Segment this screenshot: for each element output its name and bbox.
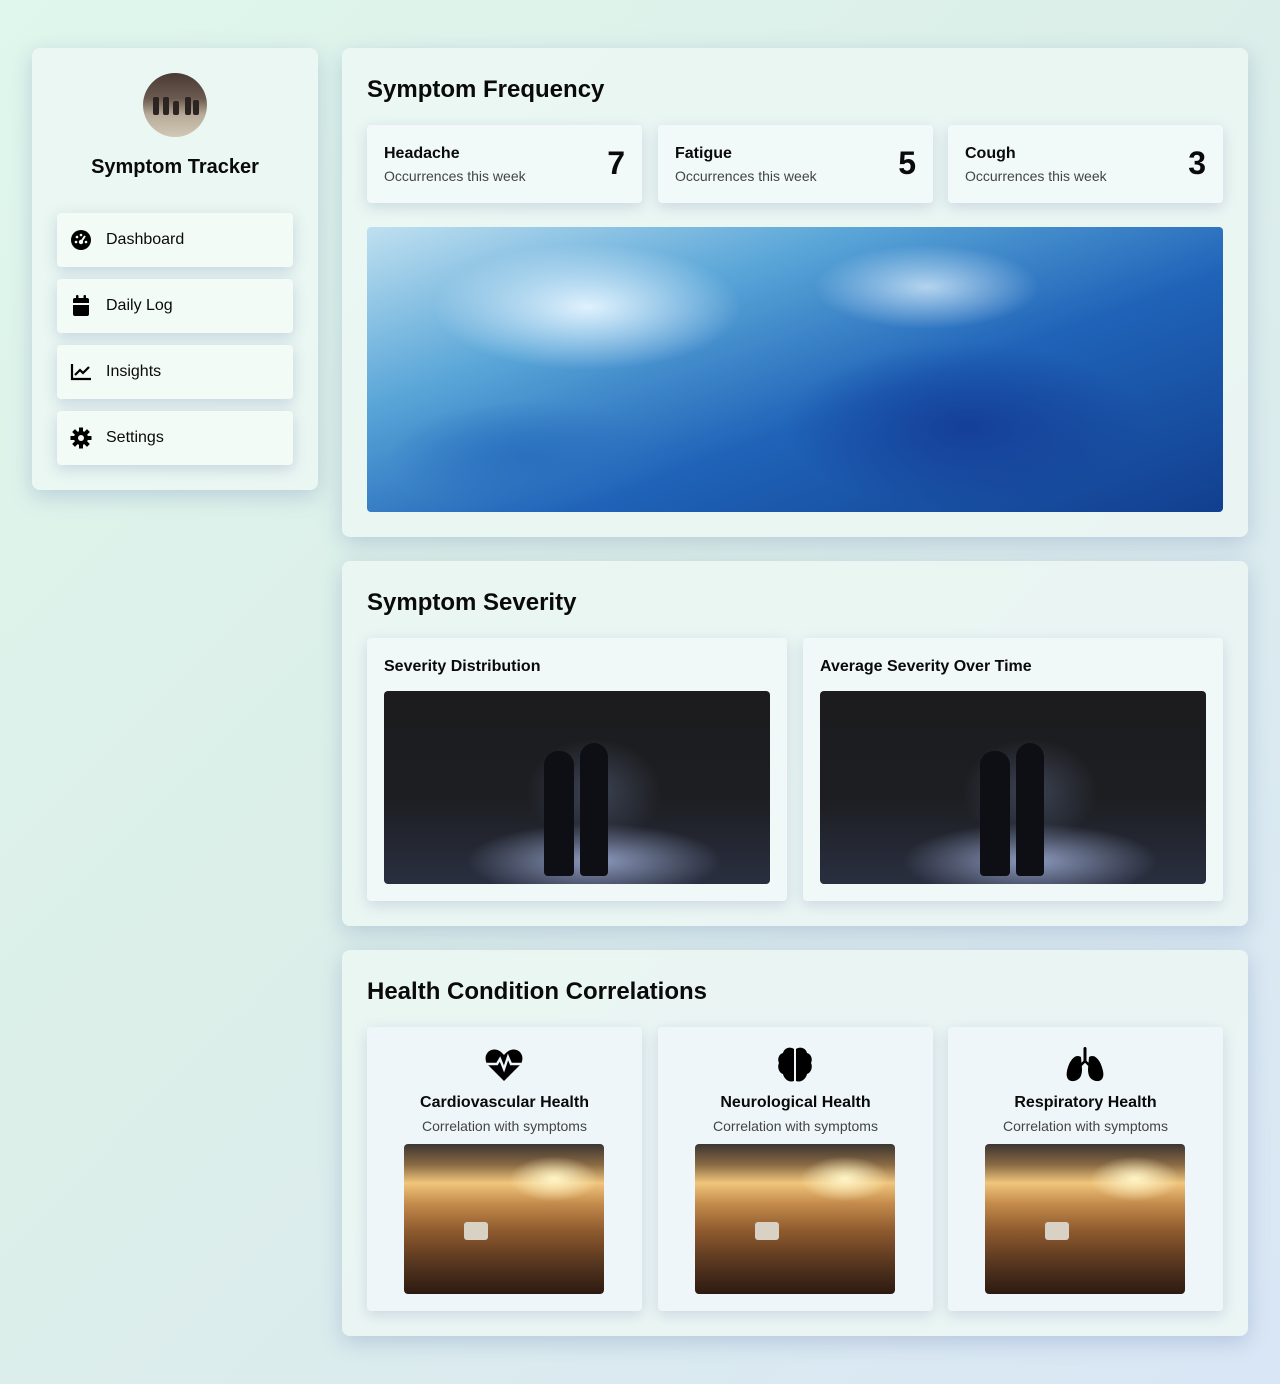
symptom-frequency-panel: Symptom Frequency Headache Occurrences t… [342, 48, 1248, 537]
card-title: Cardiovascular Health [420, 1094, 589, 1111]
lungs-icon [1065, 1045, 1105, 1085]
nav-item-settings[interactable]: Settings [57, 411, 293, 465]
gear-icon [70, 427, 92, 449]
card-title: Severity Distribution [384, 658, 541, 675]
severity-distribution-card: Severity Distribution [367, 638, 787, 901]
frequency-chart-image [367, 227, 1223, 512]
stat-subtitle: Occurrences this week [965, 168, 1107, 184]
stat-card-headache[interactable]: Headache Occurrences this week 7 [367, 125, 642, 203]
stat-subtitle: Occurrences this week [384, 168, 526, 184]
section-title: Health Condition Correlations [367, 978, 708, 1005]
avatar[interactable] [143, 73, 207, 137]
gauge-icon [70, 229, 92, 251]
average-severity-card: Average Severity Over Time [803, 638, 1223, 901]
app-title: Symptom Tracker [91, 156, 259, 178]
stat-count: 7 [607, 145, 625, 181]
correlation-card-cardiovascular[interactable]: Cardiovascular Health Correlation with s… [367, 1027, 642, 1311]
nav-item-dashboard[interactable]: Dashboard [57, 213, 293, 267]
symptom-severity-panel: Symptom Severity Severity Distribution A… [342, 561, 1248, 926]
nav-item-label: Daily Log [106, 297, 173, 314]
chart-line-icon [70, 361, 92, 383]
card-title: Neurological Health [720, 1094, 871, 1111]
nav-item-daily-log[interactable]: Daily Log [57, 279, 293, 333]
nav-item-label: Settings [106, 429, 164, 446]
brain-icon [775, 1045, 815, 1085]
calendar-icon [70, 295, 92, 317]
severity-distribution-image [384, 691, 770, 884]
nav-item-label: Dashboard [106, 231, 185, 248]
correlation-image [404, 1144, 604, 1294]
sidebar: Symptom Tracker Dashboard Daily Log Insi… [32, 48, 318, 490]
card-subtitle: Correlation with symptoms [713, 1118, 878, 1134]
stat-card-fatigue[interactable]: Fatigue Occurrences this week 5 [658, 125, 933, 203]
correlation-image [695, 1144, 895, 1294]
health-correlations-panel: Health Condition Correlations Cardiovasc… [342, 950, 1248, 1336]
stat-subtitle: Occurrences this week [675, 168, 817, 184]
heart-pulse-icon [484, 1045, 524, 1085]
section-title: Symptom Severity [367, 589, 577, 616]
nav-item-insights[interactable]: Insights [57, 345, 293, 399]
stat-name: Fatigue [675, 145, 732, 162]
correlation-image [985, 1144, 1185, 1294]
stat-card-cough[interactable]: Cough Occurrences this week 3 [948, 125, 1223, 203]
stat-name: Cough [965, 145, 1016, 162]
nav-item-label: Insights [106, 363, 162, 380]
correlation-card-respiratory[interactable]: Respiratory Health Correlation with symp… [948, 1027, 1223, 1311]
card-subtitle: Correlation with symptoms [422, 1118, 587, 1134]
card-title: Respiratory Health [1014, 1094, 1157, 1111]
card-title: Average Severity Over Time [820, 658, 1032, 675]
average-severity-image [820, 691, 1206, 884]
stat-count: 3 [1188, 145, 1206, 181]
stat-name: Headache [384, 145, 460, 162]
section-title: Symptom Frequency [367, 76, 605, 103]
card-subtitle: Correlation with symptoms [1003, 1118, 1168, 1134]
stat-count: 5 [898, 145, 916, 181]
correlation-card-neurological[interactable]: Neurological Health Correlation with sym… [658, 1027, 933, 1311]
